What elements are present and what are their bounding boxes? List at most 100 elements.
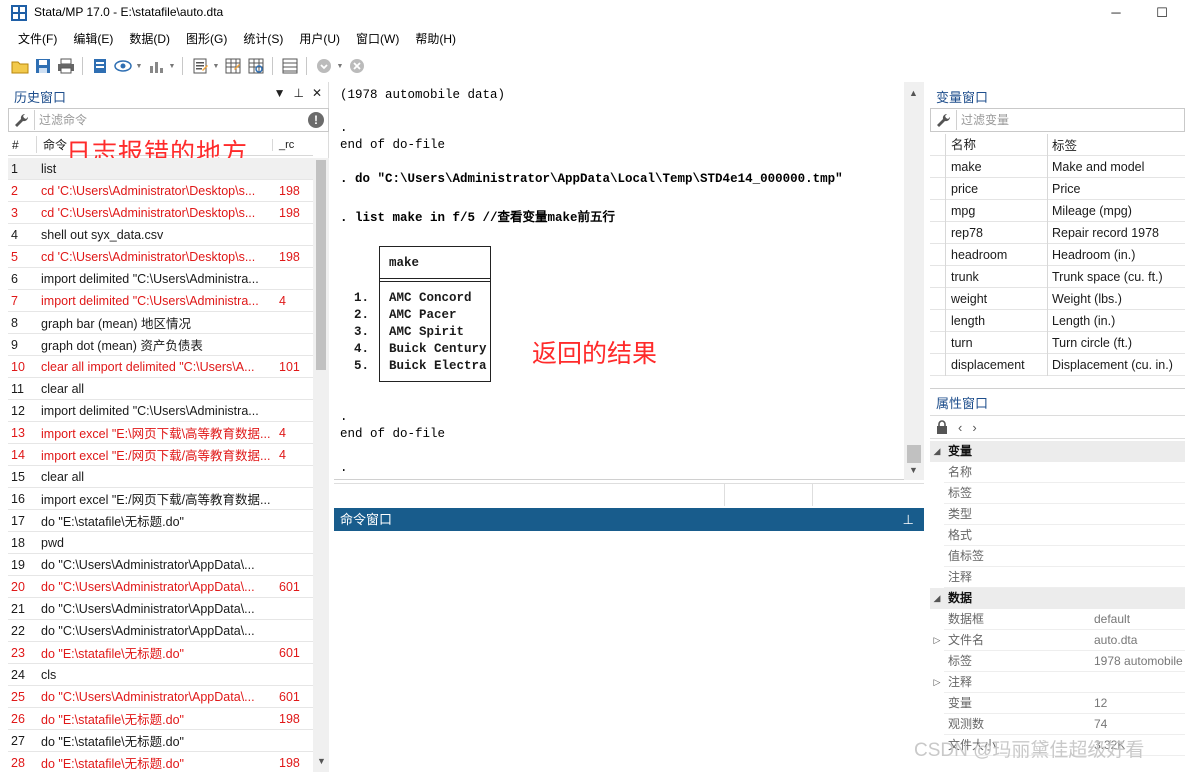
menu-data[interactable]: 数据(D) [121, 28, 178, 50]
history-row[interactable]: 9 graph dot (mean) 资产负债表 [8, 334, 313, 356]
forward-arrow-icon[interactable]: › [972, 420, 976, 435]
scroll-down-icon[interactable]: ▼ [317, 756, 326, 766]
property-row[interactable]: ▷ 注释 [930, 672, 1185, 693]
history-row[interactable]: 17 do "E:\statafile\无标题.do" [8, 510, 313, 532]
menu-help[interactable]: 帮助(H) [407, 28, 464, 50]
property-row[interactable]: 标签1978 automobile data [930, 651, 1185, 672]
history-row[interactable]: 14 import excel "E:/网页下载/高等教育数据... 4 [8, 444, 313, 466]
pin-icon[interactable]: ⊥ [903, 508, 914, 531]
more-dropdown-icon[interactable]: ▼ [336, 56, 344, 77]
command-input[interactable] [334, 531, 924, 772]
collapse-icon[interactable]: ◢ [930, 593, 944, 604]
editor-dropdown-icon[interactable]: ▼ [212, 56, 220, 77]
results-scroll-thumb[interactable] [907, 445, 921, 463]
results-scrollbar[interactable]: ▲ ▼ [904, 82, 924, 480]
variable-row[interactable]: rep78 Repair record 1978 [930, 221, 1185, 244]
property-row[interactable]: ▷ 文件名 auto.dta [930, 630, 1185, 651]
property-row[interactable]: 变量 12 [930, 693, 1185, 714]
history-row[interactable]: 16 import excel "E:/网页下载/高等教育数据... [8, 488, 313, 510]
column-rc-header[interactable]: _rc [272, 138, 312, 151]
menu-window[interactable]: 窗口(W) [348, 28, 407, 50]
property-row[interactable]: 格式 [930, 525, 1185, 546]
history-scrollbar[interactable]: ▼ [313, 158, 329, 772]
data-browser-icon[interactable] [245, 56, 266, 77]
more-icon[interactable] [313, 56, 334, 77]
history-row[interactable]: 13 import excel "E:\网页下载\高等教育数据... 4 [8, 422, 313, 444]
expand-icon[interactable]: ▷ [930, 635, 944, 646]
history-row[interactable]: 18 pwd [8, 532, 313, 554]
column-name-header[interactable]: 名称 [946, 133, 1048, 156]
maximize-button[interactable]: ☐ [1139, 0, 1185, 26]
history-row[interactable]: 28 do "E:\statafile\无标题.do" 198 [8, 752, 313, 772]
variable-row[interactable]: displacement Displacement (cu. in.) [930, 353, 1185, 376]
property-row[interactable]: 注释 [930, 567, 1185, 588]
variable-row[interactable]: make Make and model [930, 155, 1185, 178]
history-filter-input[interactable]: 过滤命令 [34, 110, 302, 130]
history-row[interactable]: 25 do "C:\Users\Administrator\AppData\...… [8, 686, 313, 708]
variable-row[interactable]: weight Weight (lbs.) [930, 287, 1185, 310]
scroll-down-icon[interactable]: ▼ [909, 465, 918, 475]
variables-filter-input[interactable]: 过滤变量 [956, 110, 1184, 130]
history-row[interactable]: 12 import delimited "C:\Users\Administra.… [8, 400, 313, 422]
viewer-eye-icon[interactable] [112, 56, 133, 77]
history-row[interactable]: 21 do "C:\Users\Administrator\AppData\... [8, 598, 313, 620]
property-row[interactable]: 标签 [930, 483, 1185, 504]
menu-file[interactable]: 文件(F) [10, 28, 65, 50]
lock-icon[interactable] [936, 420, 948, 434]
property-row[interactable]: 观测数 74 [930, 714, 1185, 735]
column-label-header[interactable]: 标签 [1048, 135, 1077, 154]
save-icon[interactable] [32, 56, 53, 77]
column-number-header[interactable]: # [8, 138, 36, 152]
history-row[interactable]: 10 clear all import delimited "C:\Users\A… [8, 356, 313, 378]
history-row[interactable]: 26 do "E:\statafile\无标题.do" 198 [8, 708, 313, 730]
property-row[interactable]: 名称 [930, 462, 1185, 483]
wrench-icon[interactable] [934, 111, 954, 129]
history-row[interactable]: 23 do "E:\statafile\无标题.do" 601 [8, 642, 313, 664]
property-row[interactable]: 类型 [930, 504, 1185, 525]
back-arrow-icon[interactable]: ‹ [958, 420, 962, 435]
history-row[interactable]: 19 do "C:\Users\Administrator\AppData\... [8, 554, 313, 576]
variable-row[interactable]: headroom Headroom (in.) [930, 243, 1185, 266]
history-row[interactable]: 7 import delimited "C:\Users\Administra..… [8, 290, 313, 312]
variable-row[interactable]: length Length (in.) [930, 309, 1185, 332]
menu-edit[interactable]: 编辑(E) [65, 28, 121, 50]
property-row[interactable]: 数据框 default [930, 609, 1185, 630]
expand-icon[interactable]: ▷ [930, 677, 944, 688]
do-file-editor-icon[interactable] [189, 56, 210, 77]
warning-icon[interactable]: ! [308, 112, 324, 128]
variable-row[interactable]: trunk Trunk space (cu. ft.) [930, 265, 1185, 288]
pin-icon[interactable]: ⊥ [293, 86, 303, 100]
history-row[interactable]: 3 cd 'C:\Users\Administrator\Desktop\s...… [8, 202, 313, 224]
variables-manager-icon[interactable] [279, 56, 300, 77]
history-row[interactable]: 2 cd 'C:\Users\Administrator\Desktop\s...… [8, 180, 313, 202]
variable-row[interactable]: price Price [930, 177, 1185, 200]
graph-icon[interactable] [145, 56, 166, 77]
open-folder-icon[interactable] [9, 56, 30, 77]
print-icon[interactable] [55, 56, 76, 77]
scroll-up-icon[interactable]: ▲ [909, 88, 918, 98]
wrench-icon[interactable] [12, 111, 32, 129]
log-icon[interactable] [89, 56, 110, 77]
variable-row[interactable]: mpg Mileage (mpg) [930, 199, 1185, 222]
history-row[interactable]: 5 cd 'C:\Users\Administrator\Desktop\s...… [8, 246, 313, 268]
variable-row[interactable]: turn Turn circle (ft.) [930, 331, 1185, 354]
property-row[interactable]: 值标签 [930, 546, 1185, 567]
history-row[interactable]: 27 do "E:\statafile\无标题.do" [8, 730, 313, 752]
history-row[interactable]: 1 list [8, 158, 313, 180]
history-row[interactable]: 11 clear all [8, 378, 313, 400]
history-row[interactable]: 4 shell out syx_data.csv [8, 224, 313, 246]
collapse-icon[interactable]: ◢ [930, 446, 944, 457]
history-row[interactable]: 6 import delimited "C:\Users\Administra..… [8, 268, 313, 290]
menu-graphics[interactable]: 图形(G) [178, 28, 235, 50]
history-row[interactable]: 8 graph bar (mean) 地区情况 [8, 312, 313, 334]
property-group-data[interactable]: ◢ 数据 [930, 588, 1185, 609]
history-scroll-thumb[interactable] [316, 160, 326, 370]
close-icon[interactable]: ✕ [312, 86, 322, 100]
history-row[interactable]: 24 cls [8, 664, 313, 686]
filter-funnel-icon[interactable]: ▼ [274, 86, 286, 100]
menu-user[interactable]: 用户(U) [291, 28, 348, 50]
data-editor-icon[interactable] [222, 56, 243, 77]
menu-statistics[interactable]: 统计(S) [235, 28, 291, 50]
history-row[interactable]: 20 do "C:\Users\Administrator\AppData\...… [8, 576, 313, 598]
break-icon[interactable] [346, 56, 367, 77]
